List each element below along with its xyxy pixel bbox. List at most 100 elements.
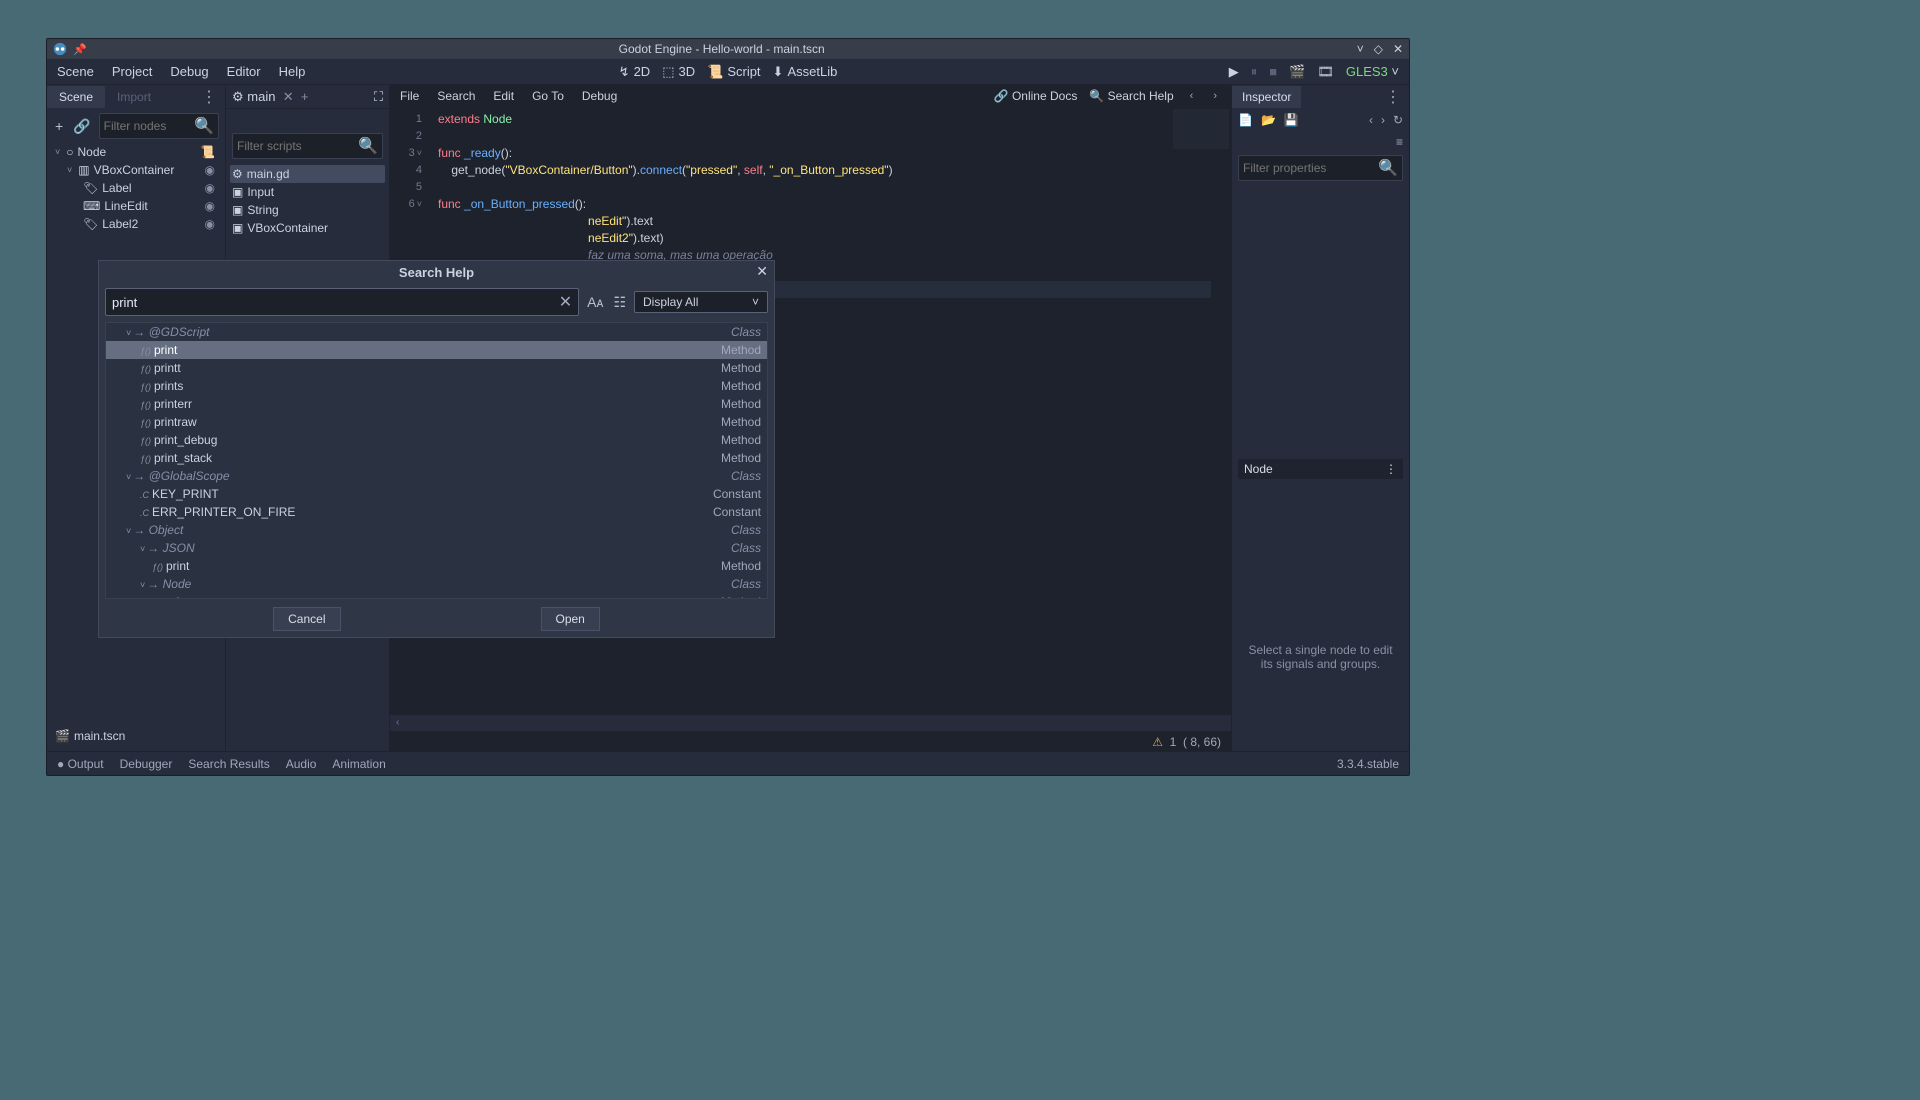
new-resource-icon[interactable]: 📄 [1238,113,1253,127]
visibility-icon[interactable]: ◉ [205,217,221,231]
tree-node-label2[interactable]: 🏷 Label2◉ [51,215,221,233]
node-section-header[interactable]: Node ⋮ [1238,459,1403,479]
result-row[interactable]: .CERR_PRINTER_ON_FIREConstant [106,503,767,521]
play-scene-icon[interactable]: 🎬 [1289,64,1305,80]
code-menu-file[interactable]: File [400,89,419,103]
bottom-animation[interactable]: Animation [332,757,385,771]
search-help-link[interactable]: 🔍 Search Help [1089,89,1173,103]
result-row[interactable]: ƒ()print_debugMethod [106,431,767,449]
play-icon[interactable]: ▶ [1229,64,1239,80]
open-resource-icon[interactable]: 📂 [1261,113,1276,127]
scene-panel-menu[interactable]: ⋮ [201,87,225,107]
menu-scene[interactable]: Scene [57,64,94,79]
result-row[interactable]: ƒ()print_stackMethod [106,449,767,467]
pause-icon[interactable]: ⏸ [1251,64,1258,80]
clear-icon[interactable]: ✕ [559,292,572,312]
workspace-3d[interactable]: ⬚ 3D [662,64,695,80]
minimap[interactable] [1173,109,1229,149]
script-icon[interactable]: 📜 [200,145,221,159]
script-file-main[interactable]: ⚙ main.gd [230,165,385,183]
node-menu-icon[interactable]: ⋮ [1385,462,1397,476]
menu-debug[interactable]: Debug [170,64,208,79]
result-row[interactable]: ƒ()printerrMethod [106,395,767,413]
warning-icon[interactable]: ⚠ [1152,735,1163,749]
script-tab-add-icon[interactable]: + [301,89,309,104]
horizontal-scrollbar[interactable]: ‹ [390,715,1231,731]
script-open-file[interactable]: main [247,89,275,104]
menu-project[interactable]: Project [112,64,152,79]
pin-icon[interactable]: 📌 [73,43,87,56]
result-row[interactable]: ˅→ NodeClass [106,575,767,593]
code-menu-goto[interactable]: Go To [532,89,564,103]
nav-back-icon[interactable]: ‹ [1186,90,1198,102]
tree-node-lineedit[interactable]: ⌨ LineEdit◉ [51,197,221,215]
result-row[interactable]: ƒ()printrawMethod [106,413,767,431]
bottom-search-results[interactable]: Search Results [188,757,269,771]
bottom-audio[interactable]: Audio [286,757,317,771]
fullscreen-icon[interactable]: ⛶ [374,89,383,105]
menu-editor[interactable]: Editor [227,64,261,79]
workspace-2d[interactable]: ↯ 2D [619,64,651,80]
tree-node-vbox[interactable]: ˅▥ VBoxContainer◉ [51,161,221,179]
bottom-debugger[interactable]: Debugger [120,757,173,771]
tab-import[interactable]: Import [105,86,163,108]
script-file-string[interactable]: ▣ String [230,201,385,219]
inspector-filter-input[interactable] [1243,161,1378,175]
script-file-input[interactable]: ▣ Input [230,183,385,201]
minimize-icon[interactable]: ˅ [1357,42,1364,56]
result-row[interactable]: ƒ()printMethod [106,341,767,359]
workspace-script[interactable]: 📜 Script [707,64,760,80]
result-row[interactable]: ˅→ JSONClass [106,539,767,557]
code-menu-debug[interactable]: Debug [582,89,617,103]
history-fwd-icon[interactable]: › [1381,113,1385,127]
result-row[interactable]: .CKEY_PRINTConstant [106,485,767,503]
script-filter-input[interactable] [237,139,358,153]
tree-node-root[interactable]: ˅○ Node📜 [51,143,221,161]
visibility-icon[interactable]: ◉ [205,199,221,213]
result-row[interactable]: ƒ()printMethod [106,557,767,575]
filesystem-file[interactable]: 🎬 main.tscn [51,727,221,745]
open-button[interactable]: Open [541,607,600,631]
close-icon[interactable]: ✕ [1393,42,1403,56]
online-docs-link[interactable]: 🔗 Online Docs [994,89,1078,103]
code-menu-search[interactable]: Search [437,89,475,103]
inspector-panel-menu[interactable]: ⋮ [1385,87,1409,107]
result-row[interactable]: ƒ()print_treeMethod [106,593,767,599]
history-icon[interactable]: ↻ [1393,113,1403,127]
result-row[interactable]: ˅→ ObjectClass [106,521,767,539]
expand-icon[interactable]: ≡ [1396,135,1403,149]
search-results-list[interactable]: ˅→ @GDScriptClassƒ()printMethodƒ()printt… [105,322,768,599]
result-row[interactable]: ˅→ @GDScriptClass [106,323,767,341]
menu-help[interactable]: Help [279,64,306,79]
dialog-close-icon[interactable]: ✕ [756,263,768,280]
hierarchy-icon[interactable]: ☷ [611,292,628,313]
visibility-icon[interactable]: ◉ [205,181,221,195]
tree-node-label[interactable]: 🏷 Label◉ [51,179,221,197]
bottom-output[interactable]: ● Output [57,757,104,771]
scene-filter-input[interactable] [104,119,194,133]
history-back-icon[interactable]: ‹ [1369,113,1373,127]
stop-icon[interactable]: ■ [1269,64,1277,79]
case-sensitive-icon[interactable]: Aᴀ [585,292,605,312]
code-menu-edit[interactable]: Edit [493,89,514,103]
play-custom-icon[interactable]: 🎞 [1317,64,1334,80]
maximize-icon[interactable]: ◇ [1374,42,1383,56]
scroll-left-icon[interactable]: ‹ [396,717,399,728]
save-resource-icon[interactable]: 💾 [1284,113,1299,127]
renderer-dropdown[interactable]: GLES3 ˅ [1346,64,1399,79]
display-filter-dropdown[interactable]: Display All˅ [634,291,768,313]
nav-fwd-icon[interactable]: › [1209,90,1221,102]
workspace-assetlib[interactable]: ⬇ AssetLib [773,64,838,80]
search-help-input[interactable] [112,295,559,310]
script-file-vbox[interactable]: ▣ VBoxContainer [230,219,385,237]
result-row[interactable]: ƒ()printtMethod [106,359,767,377]
tab-scene[interactable]: Scene [47,86,105,108]
visibility-icon[interactable]: ◉ [205,163,221,177]
cancel-button[interactable]: Cancel [273,607,340,631]
add-node-icon[interactable]: + [53,116,65,136]
script-tab-close-icon[interactable]: ✕ [283,89,294,105]
link-icon[interactable]: 🔗 [71,116,92,137]
tab-inspector[interactable]: Inspector [1232,86,1301,108]
titlebar[interactable]: 📌 Godot Engine - Hello-world - main.tscn… [47,39,1409,59]
result-row[interactable]: ƒ()printsMethod [106,377,767,395]
